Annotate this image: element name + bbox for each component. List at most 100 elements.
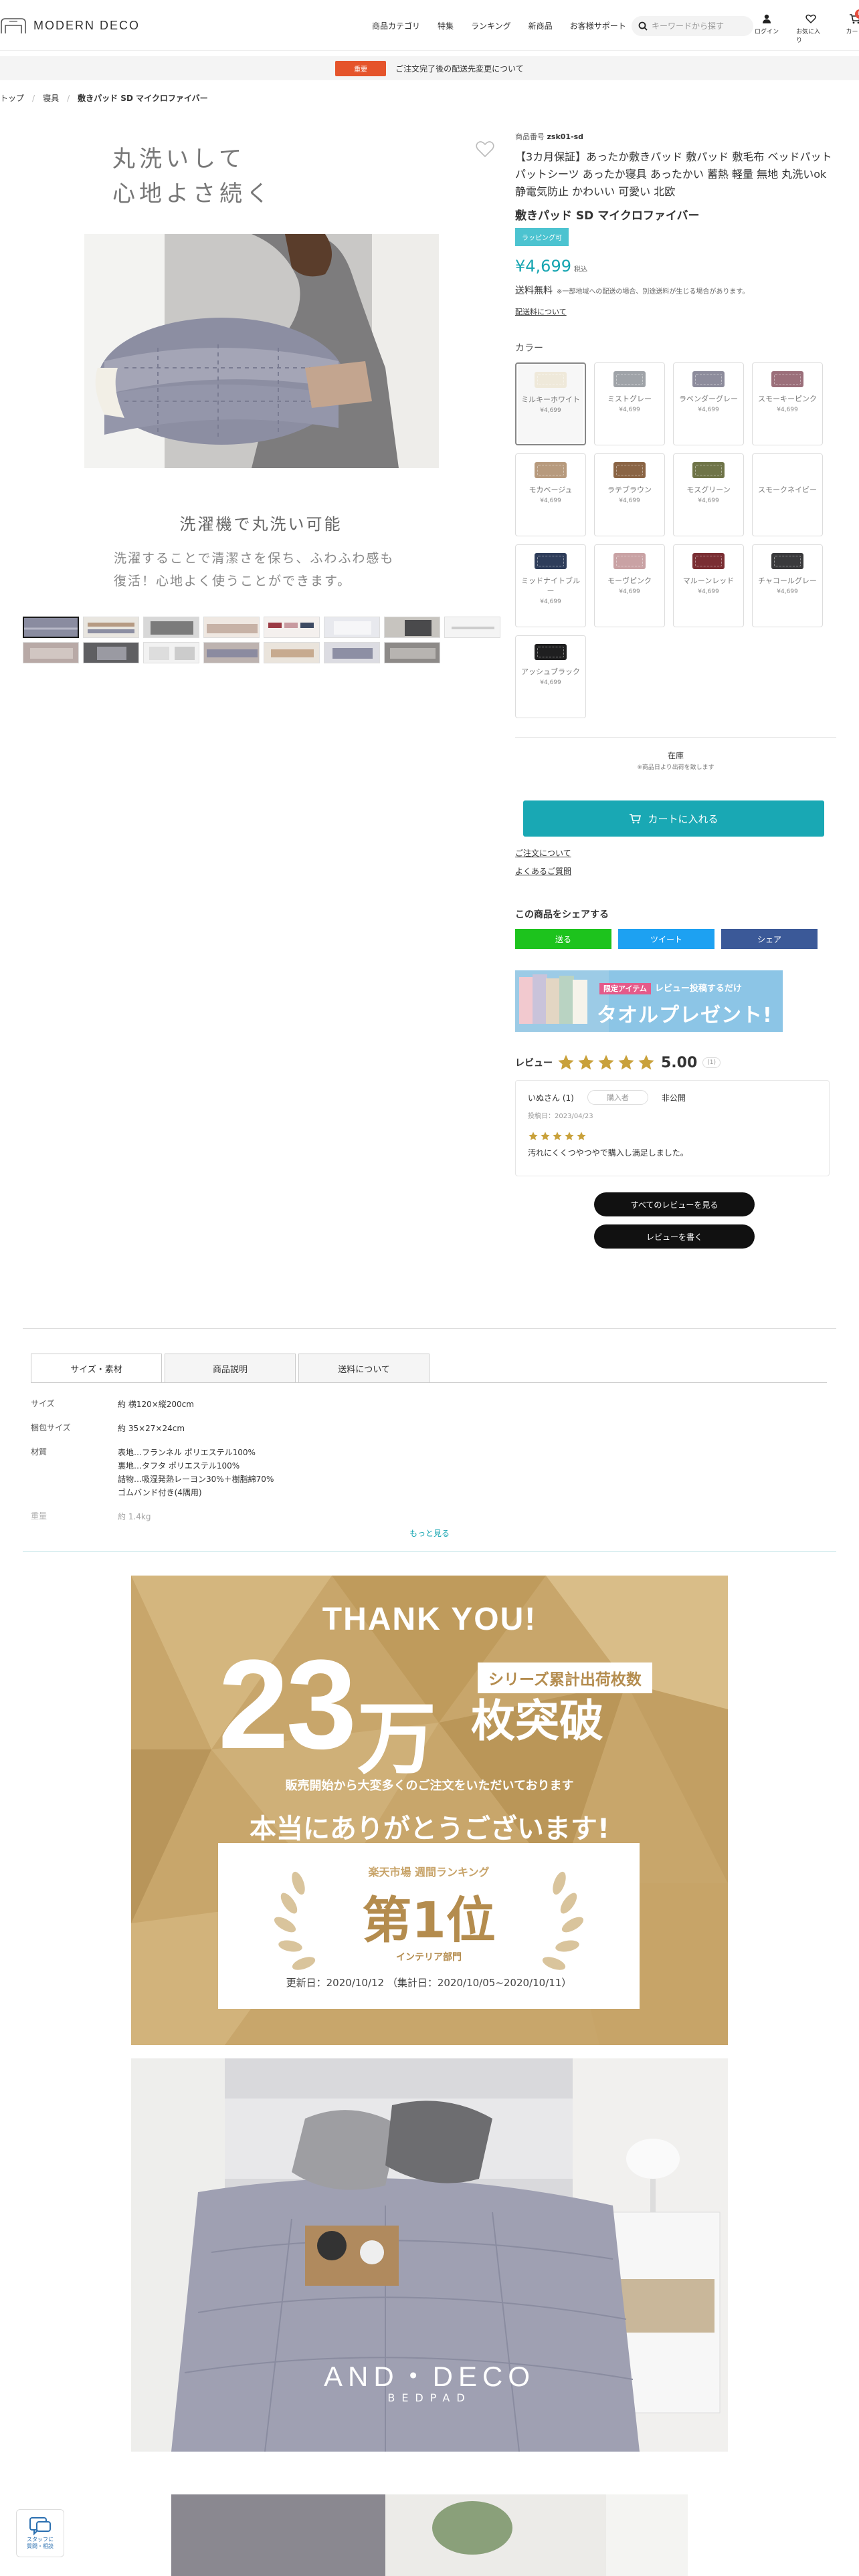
gallery-subtitle: 洗濯機で丸洗い可能 (179, 515, 343, 534)
product-title: 【3カ月保証】あったか敷きパッド 敷パッド 敷毛布 ベッドパット パットシーツ … (515, 150, 832, 198)
product-main-image[interactable] (84, 234, 439, 468)
review-body: 汚れにくくつやつやで購入し満足しました。 (528, 1148, 688, 1158)
order-info-link[interactable]: ご注文について (515, 847, 836, 859)
shipping-fee-link[interactable]: 配送料について (515, 306, 836, 317)
review-campaign-banner[interactable]: 限定アイテム レビュー投稿するだけ タオルプレゼント! (515, 970, 783, 1032)
thumbnail[interactable] (324, 642, 380, 663)
color-swatch[interactable]: ミルキーホワイト ¥4,699 (515, 362, 586, 445)
nav-item-categories[interactable]: 商品カテゴリ (372, 20, 420, 31)
search-icon[interactable] (638, 21, 648, 31)
thumbnail[interactable] (203, 617, 260, 638)
nav-item-features[interactable]: 特集 (438, 20, 454, 31)
thumbnail[interactable] (143, 617, 199, 638)
all-reviews-button[interactable]: すべてのレビューを見る (594, 1192, 755, 1216)
swatch-name: モスグリーン (686, 486, 731, 494)
color-swatch[interactable]: ミッドナイトブルー ¥4,699 (515, 544, 586, 627)
color-swatch[interactable]: ラベンダーグレー ¥4,699 (673, 362, 744, 445)
product-code-label: 商品番号 (515, 132, 545, 141)
color-swatch[interactable]: モカベージュ ¥4,699 (515, 453, 586, 536)
review-summary: レビュー 5.00 (1) (515, 1053, 836, 1072)
spec-table: サイズ 約 横120×縦200cm 梱包サイズ 約 35×27×24cm 材質 表地…フラ… (31, 1398, 827, 1534)
color-label: カラー (515, 343, 543, 354)
color-swatch[interactable]: アッシュブラック ¥4,699 (515, 635, 586, 718)
swatch-name: モカベージュ (529, 486, 573, 494)
ranking-box: 楽天市場 週間ランキング 第1位 インテリア部門 更新日：2020/10/12 … (218, 1843, 640, 2009)
swatch-price: ¥4,699 (698, 407, 719, 413)
faq-link[interactable]: よくあるご質問 (515, 865, 836, 877)
tab-size-material[interactable]: サイズ・素材 (31, 1354, 162, 1383)
thumbnail-list (23, 617, 504, 663)
color-swatch[interactable]: スモーキーピンク ¥4,699 (752, 362, 823, 445)
star-icon (618, 1055, 634, 1070)
show-more-link[interactable]: もっと見る (0, 1527, 859, 1539)
spec-row: 材質 表地…フランネル ポリエステル100% 裏地…タフタ ポリエステル100% 詰物… (31, 1446, 827, 1499)
chat-label-1: スタッフに (27, 2537, 54, 2543)
notice-bar[interactable]: 重要 ご注文完了後の配送先変更について (0, 56, 859, 80)
favorites-label: お気に入り (796, 29, 821, 44)
thumbnail[interactable] (23, 642, 79, 663)
thumbnail[interactable] (264, 642, 320, 663)
gallery-headline-line1: 丸洗いして (112, 146, 246, 173)
thumbnail[interactable] (203, 642, 260, 663)
swatch-name: スモークネイビー (758, 486, 817, 494)
gallery-description-line1: 洗濯することで清潔さを保ち、ふわふわ感も (114, 551, 395, 566)
write-review-button[interactable]: レビューを書く (594, 1224, 755, 1249)
chat-label-2: 質問・相談 (27, 2543, 54, 2549)
review-date: 投稿日：2023/04/23 (528, 1113, 593, 1120)
thumbnail[interactable] (143, 642, 199, 663)
nav-item-support[interactable]: お客様サポート (570, 20, 626, 31)
review-label: レビュー (515, 1058, 553, 1069)
site-logo[interactable]: MODERN DECO (0, 16, 140, 35)
star-icon (598, 1055, 614, 1070)
banner-line1-text: レビュー投稿するだけ (654, 984, 742, 994)
spec-key: サイズ (31, 1399, 55, 1408)
breadcrumb-bedding[interactable]: 寝具 (43, 92, 59, 104)
staff-chat-button[interactable]: スタッフに 質問・相談 (16, 2509, 64, 2557)
divider (515, 737, 836, 738)
nav-item-new[interactable]: 新商品 (529, 20, 553, 31)
breadcrumb-top[interactable]: トップ (0, 92, 24, 104)
review-count: (1) (702, 1057, 721, 1068)
twitter-share-button[interactable]: ツイート (618, 929, 714, 949)
color-swatch[interactable]: ミストグレー ¥4,699 (594, 362, 665, 445)
swatch-price: ¥4,699 (698, 498, 719, 504)
color-swatch[interactable]: ラテブラウン ¥4,699 (594, 453, 665, 536)
line-share-button[interactable]: 送る (515, 929, 611, 949)
cart-button[interactable]: カート 0 (840, 9, 859, 44)
color-swatch[interactable]: モスグリーン ¥4,699 (673, 453, 744, 536)
brand-subtext: BEDPAD (387, 2391, 472, 2404)
product-code-value: zsk01-sd (547, 132, 584, 141)
tab-description[interactable]: 商品説明 (165, 1354, 296, 1383)
thumbnail[interactable] (384, 617, 440, 638)
notice-tag: 重要 (335, 60, 387, 76)
stock-status: 在庫 (667, 751, 684, 760)
breadcrumb-separator: / (67, 93, 70, 103)
spec-value: 約 1.4kg (118, 1510, 151, 1523)
thumbnail[interactable] (83, 642, 139, 663)
color-swatch[interactable]: マルーンレッド ¥4,699 (673, 544, 744, 627)
search-input[interactable] (652, 21, 745, 31)
color-swatch[interactable]: スモークネイビー (752, 453, 823, 536)
tab-shipping[interactable]: 送料について (298, 1354, 430, 1383)
gallery-description: 洗濯することで清潔さを保ち、ふわふわ感も 復活！心地よく使うことができます。 (114, 547, 394, 593)
favorites-button[interactable]: お気に入り (796, 13, 826, 44)
thumbnail[interactable] (264, 617, 320, 638)
thumbnail[interactable] (83, 617, 139, 638)
star-icon (558, 1055, 574, 1070)
nav-item-ranking[interactable]: ランキング (471, 20, 511, 31)
thumbnail[interactable] (384, 642, 440, 663)
thumbnail[interactable] (324, 617, 380, 638)
add-to-cart-button[interactable]: カートに入れる (523, 800, 824, 837)
spec-value-line: ゴムバンド付き(4隅用) (118, 1488, 202, 1497)
ranking-first: 第1位 (362, 1892, 496, 1949)
swatch-color-chip (535, 462, 567, 478)
facebook-share-button[interactable]: シェア (721, 929, 818, 949)
favorite-heart-icon[interactable] (474, 138, 496, 160)
spec-key: 梱包サイズ (31, 1423, 71, 1432)
login-button[interactable]: ログイン (752, 13, 781, 44)
color-swatch[interactable]: チャコールグレー ¥4,699 (752, 544, 823, 627)
milestone-unit: 万 (357, 1693, 437, 1785)
thumbnail[interactable] (444, 617, 500, 638)
color-swatch[interactable]: モーヴピンク ¥4,699 (594, 544, 665, 627)
thumbnail[interactable] (23, 617, 79, 638)
